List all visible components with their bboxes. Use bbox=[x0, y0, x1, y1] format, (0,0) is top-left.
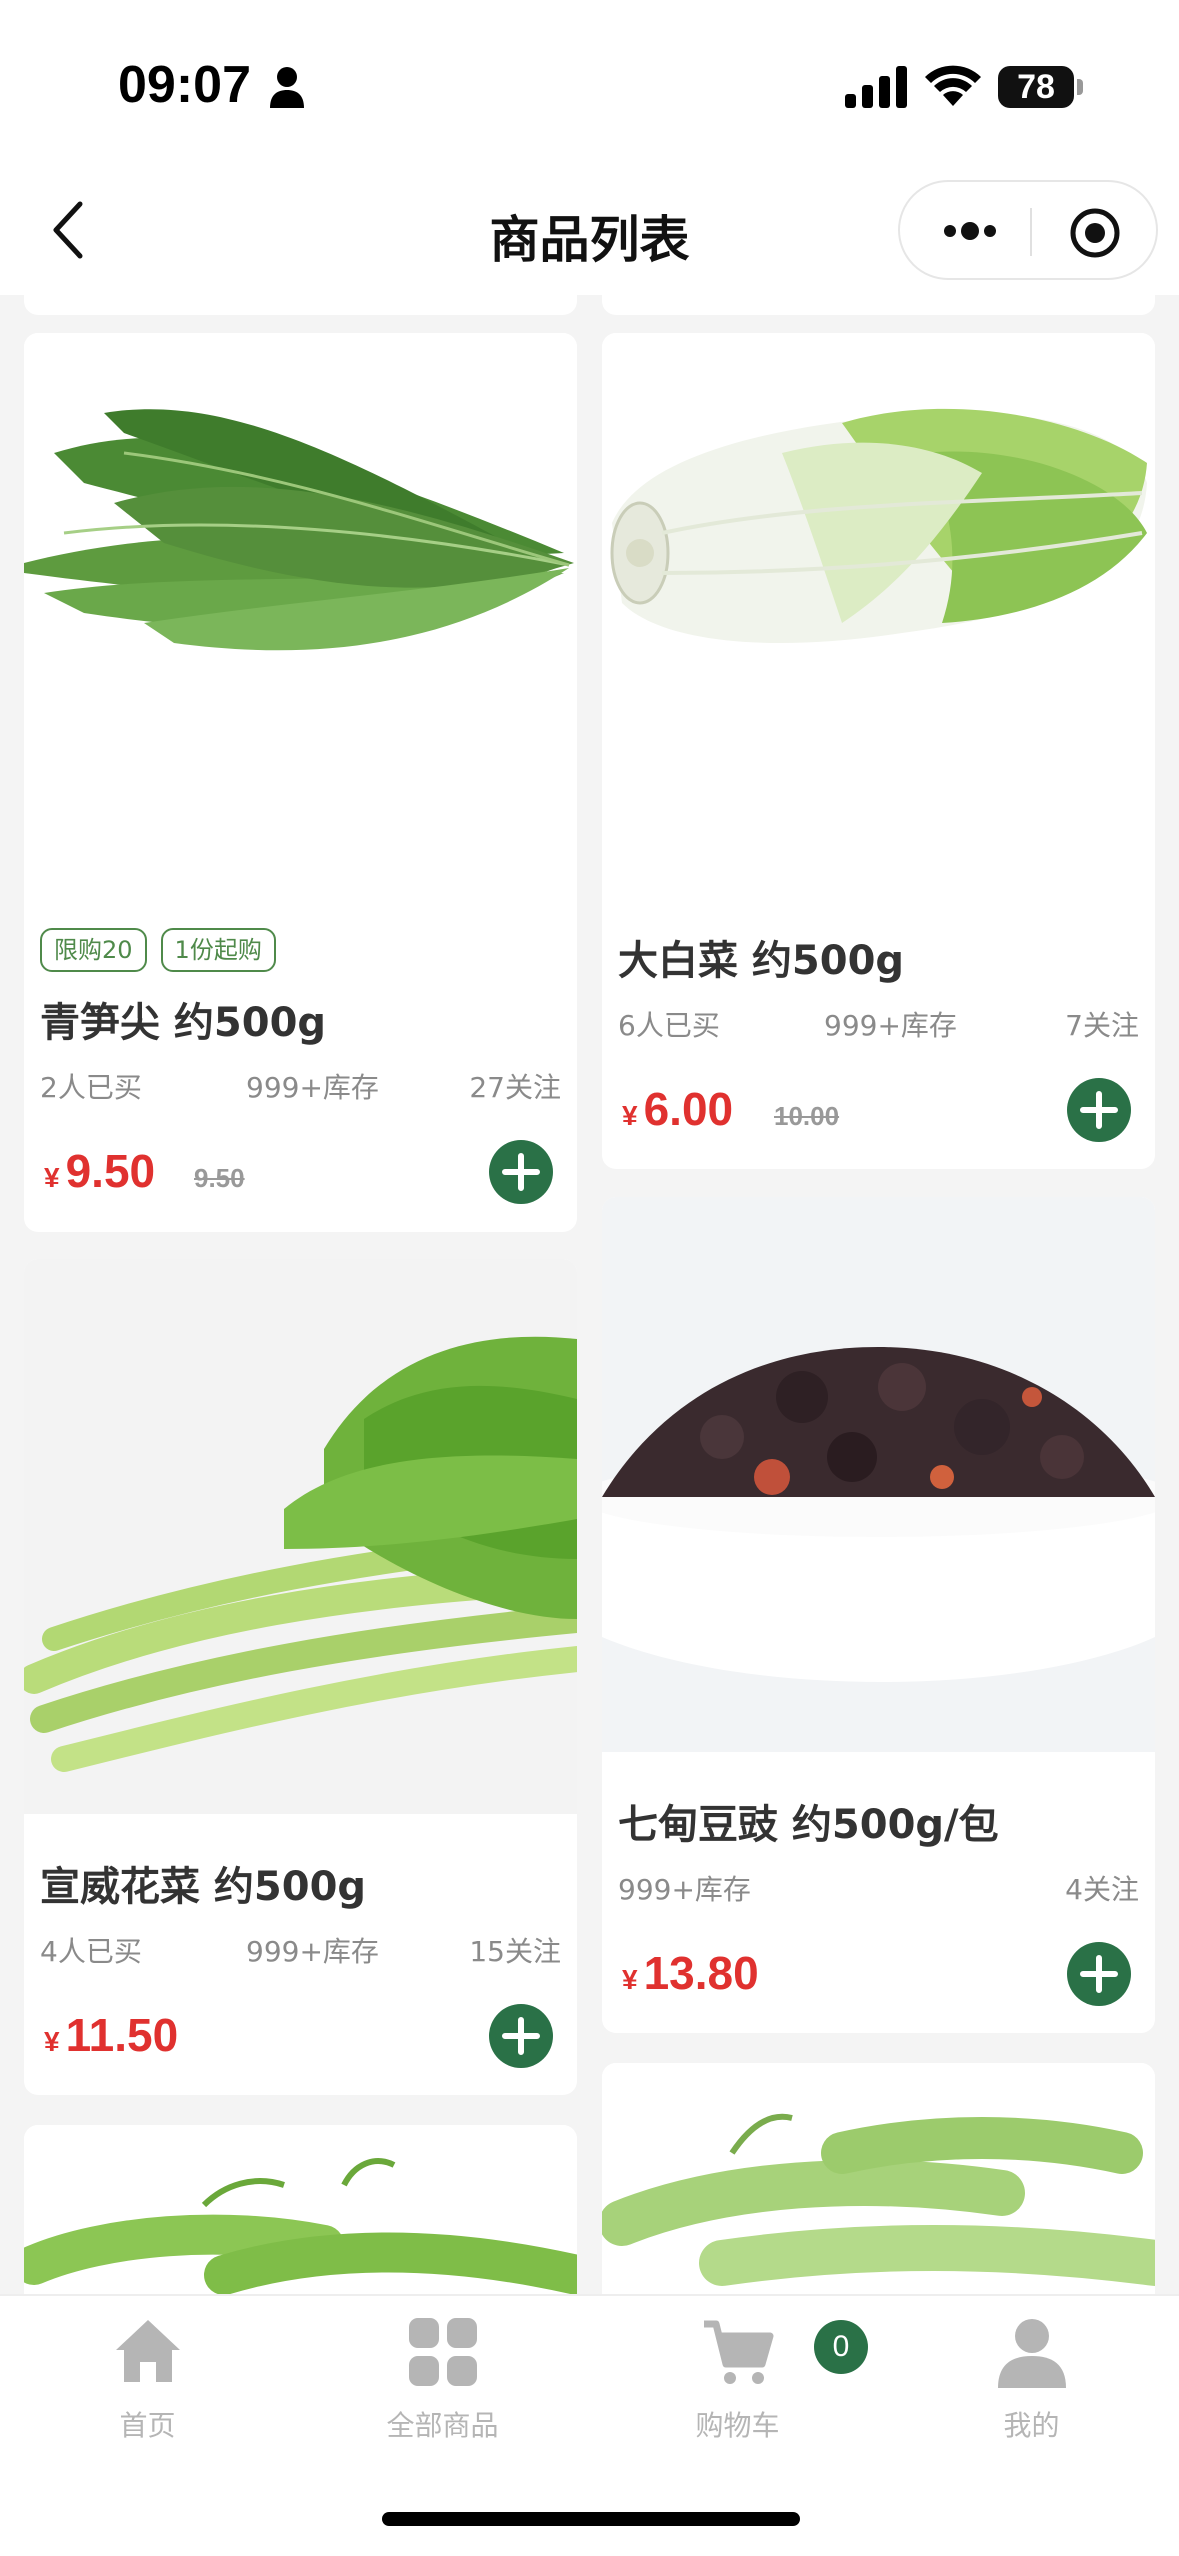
original-price: 10.00 bbox=[774, 1101, 840, 1131]
miniprogram-capsule bbox=[898, 180, 1158, 280]
product-card[interactable]: 大白菜 约500g 6人已买 999+库存 7关注 ¥6.00 10.00 bbox=[602, 333, 1155, 1169]
product-card[interactable]: 限购20 1份起购 青笋尖 约500g 2人已买 999+库存 27关注 ¥9.… bbox=[24, 333, 577, 1232]
tab-all-products[interactable]: 全部商品 bbox=[295, 2314, 590, 2454]
product-price: ¥6.00 bbox=[622, 1083, 734, 1135]
product-name: 大白菜 约500g bbox=[618, 938, 905, 984]
status-bar: 09:07 78 bbox=[0, 0, 1179, 170]
stock-count: 999+库存 bbox=[246, 1071, 379, 1104]
plus-icon bbox=[1080, 1955, 1118, 1993]
status-time: 09:07 bbox=[118, 56, 251, 114]
cart-icon bbox=[703, 2320, 773, 2384]
tab-home[interactable]: 首页 bbox=[0, 2314, 295, 2454]
purchase-limit-tag: 限购20 bbox=[40, 928, 147, 972]
home-indicator bbox=[382, 2512, 800, 2526]
capsule-divider bbox=[1030, 208, 1032, 256]
product-image-snap-peas bbox=[24, 2125, 577, 2294]
signal-icon bbox=[845, 66, 907, 108]
close-miniprogram-icon[interactable] bbox=[1068, 206, 1122, 260]
home-icon bbox=[115, 2320, 180, 2382]
more-dots-icon[interactable] bbox=[940, 216, 1000, 246]
tab-label: 购物车 bbox=[695, 2409, 780, 2442]
tab-label: 全部商品 bbox=[386, 2409, 499, 2442]
follow-count: 15关注 bbox=[469, 1935, 561, 1968]
min-purchase-tag: 1份起购 bbox=[160, 928, 276, 972]
original-price: 9.50 bbox=[194, 1163, 245, 1193]
product-card[interactable] bbox=[24, 2125, 577, 2294]
bought-count: 4人已买 bbox=[40, 1935, 142, 1968]
tab-profile[interactable]: 我的 bbox=[884, 2314, 1179, 2454]
follow-count: 4关注 bbox=[1065, 1873, 1139, 1906]
stock-count: 999+库存 bbox=[246, 1935, 379, 1968]
person-icon bbox=[270, 67, 304, 108]
product-card-partial[interactable] bbox=[24, 295, 577, 315]
bought-count: 2人已买 bbox=[40, 1071, 142, 1104]
grid-icon bbox=[408, 2318, 477, 2386]
product-name: 宣威花菜 约500g bbox=[40, 1864, 367, 1910]
follow-count: 27关注 bbox=[469, 1071, 561, 1104]
product-grid: 限购20 1份起购 青笋尖 约500g 2人已买 999+库存 27关注 ¥9.… bbox=[0, 295, 1179, 2294]
plus-icon bbox=[1080, 1091, 1118, 1129]
follow-count: 7关注 bbox=[1065, 1009, 1139, 1042]
cart-count-badge: 0 bbox=[814, 2320, 868, 2374]
product-price: ¥11.50 bbox=[44, 2009, 179, 2061]
product-card-partial[interactable] bbox=[602, 295, 1155, 315]
battery-indicator: 78 bbox=[998, 66, 1074, 108]
nav-bar: 商品列表 bbox=[0, 170, 1179, 295]
product-image-fermented-beans bbox=[602, 1197, 1155, 1752]
product-card[interactable]: 七甸豆豉 约500g/包 999+库存 4关注 ¥13.80 bbox=[602, 1197, 1155, 2033]
tab-label: 我的 bbox=[1003, 2409, 1060, 2442]
product-price: ¥13.80 bbox=[622, 1947, 759, 1999]
stock-count: 999+库存 bbox=[824, 1009, 957, 1042]
product-image-broad-beans bbox=[602, 2063, 1155, 2294]
add-to-cart-button[interactable] bbox=[1067, 1942, 1131, 2006]
product-name: 青笋尖 约500g bbox=[40, 1000, 327, 1046]
wifi-icon bbox=[925, 65, 981, 106]
plus-icon bbox=[502, 1153, 540, 1191]
add-to-cart-button[interactable] bbox=[489, 1140, 553, 1204]
user-icon bbox=[997, 2319, 1066, 2388]
product-image-mustard-greens bbox=[24, 1259, 577, 1814]
bought-count: 6人已买 bbox=[618, 1009, 720, 1042]
product-card[interactable]: 宣威花菜 约500g 4人已买 999+库存 15关注 ¥11.50 bbox=[24, 1259, 577, 2095]
product-card[interactable] bbox=[602, 2063, 1155, 2294]
plus-icon bbox=[502, 2017, 540, 2055]
product-name: 七甸豆豉 约500g/包 bbox=[618, 1802, 999, 1848]
product-image-napa-cabbage bbox=[602, 333, 1155, 888]
stock-count: 999+库存 bbox=[618, 1873, 751, 1906]
tab-label: 首页 bbox=[119, 2409, 176, 2442]
product-price: ¥9.50 bbox=[44, 1145, 156, 1197]
add-to-cart-button[interactable] bbox=[489, 2004, 553, 2068]
battery-tip bbox=[1077, 79, 1083, 95]
add-to-cart-button[interactable] bbox=[1067, 1078, 1131, 1142]
product-image-lettuce-stem bbox=[24, 333, 577, 888]
